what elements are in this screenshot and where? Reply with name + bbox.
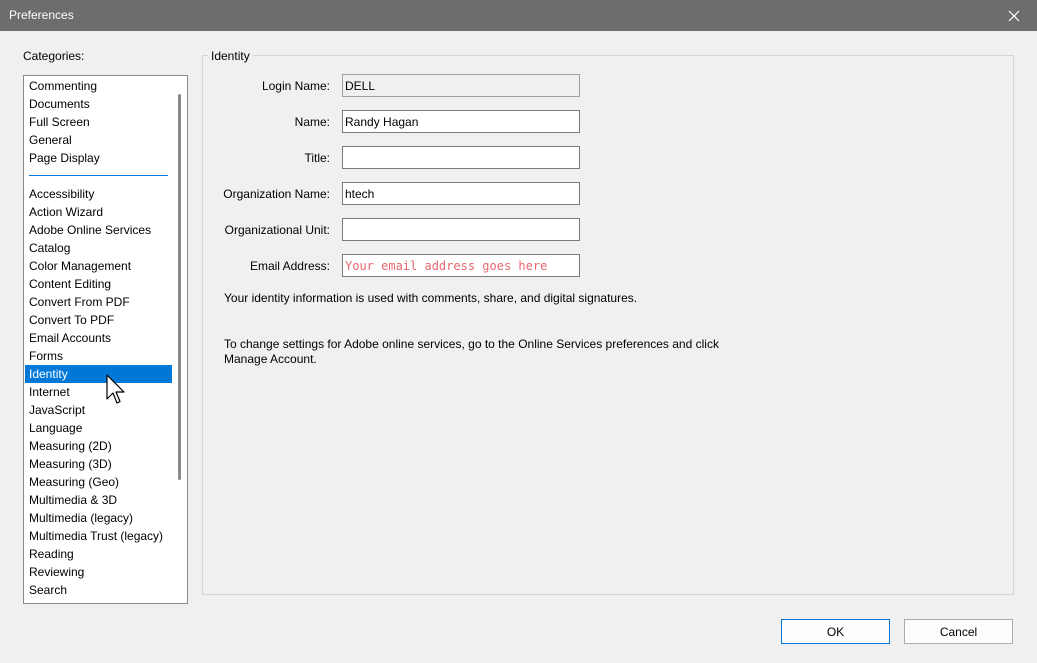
cancel-button[interactable]: Cancel	[904, 619, 1013, 644]
email-address-field[interactable]	[342, 254, 580, 277]
login-name-label: Login Name:	[261, 79, 330, 93]
category-item-measuring-geo[interactable]: Measuring (Geo)	[25, 473, 172, 491]
category-item-action-wizard[interactable]: Action Wizard	[25, 203, 172, 221]
ok-button[interactable]: OK	[781, 619, 890, 644]
title-label: Title:	[304, 151, 330, 165]
categories-list[interactable]: Commenting Documents Full Screen General Pag…	[23, 75, 188, 604]
category-item-forms[interactable]: Forms	[25, 347, 172, 365]
organization-name-field[interactable]	[342, 182, 580, 205]
close-icon	[1008, 10, 1020, 21]
name-field[interactable]	[342, 110, 580, 133]
mouse-pointer-icon	[106, 374, 125, 404]
categories-items: Commenting Documents Full Screen General Pag…	[25, 77, 172, 603]
category-item-measuring-2d[interactable]: Measuring (2D)	[25, 437, 172, 455]
category-item-multimedia-3d[interactable]: Multimedia & 3D	[25, 491, 172, 509]
category-item-convert-from-pdf[interactable]: Convert From PDF	[25, 293, 172, 311]
email-address-label: Email Address:	[249, 259, 330, 273]
identity-group-title: Identity	[208, 49, 253, 63]
online-services-text-line2: Manage Account.	[224, 352, 317, 366]
category-item-multimedia-trust-legacy[interactable]: Multimedia Trust (legacy)	[25, 527, 172, 545]
identity-groupbox	[202, 55, 1014, 595]
category-item-security[interactable]: Security	[25, 599, 172, 603]
title-field[interactable]	[342, 146, 580, 169]
category-item-internet[interactable]: Internet	[25, 383, 172, 401]
category-item-identity[interactable]: Identity	[25, 365, 172, 383]
category-separator	[25, 167, 172, 185]
category-item-reading[interactable]: Reading	[25, 545, 172, 563]
category-item-accessibility[interactable]: Accessibility	[25, 185, 172, 203]
category-item-page-display[interactable]: Page Display	[25, 149, 172, 167]
organizational-unit-field[interactable]	[342, 218, 580, 241]
name-label: Name:	[294, 115, 330, 129]
category-item-adobe-online-services[interactable]: Adobe Online Services	[25, 221, 172, 239]
category-item-commenting[interactable]: Commenting	[25, 77, 172, 95]
login-name-field	[342, 74, 580, 97]
category-item-catalog[interactable]: Catalog	[25, 239, 172, 257]
organizational-unit-label: Organizational Unit:	[224, 223, 330, 237]
categories-scrollbar[interactable]	[178, 94, 181, 480]
title-bar: Preferences	[0, 0, 1037, 31]
category-item-documents[interactable]: Documents	[25, 95, 172, 113]
category-item-language[interactable]: Language	[25, 419, 172, 437]
categories-label: Categories:	[23, 49, 85, 63]
category-item-measuring-3d[interactable]: Measuring (3D)	[25, 455, 172, 473]
window-title: Preferences	[9, 8, 74, 22]
category-item-general[interactable]: General	[25, 131, 172, 149]
close-button[interactable]	[991, 0, 1037, 31]
category-item-email-accounts[interactable]: Email Accounts	[25, 329, 172, 347]
online-services-text-line1: To change settings for Adobe online serv…	[224, 337, 719, 351]
category-item-full-screen[interactable]: Full Screen	[25, 113, 172, 131]
category-item-multimedia-legacy[interactable]: Multimedia (legacy)	[25, 509, 172, 527]
category-item-reviewing[interactable]: Reviewing	[25, 563, 172, 581]
category-item-search[interactable]: Search	[25, 581, 172, 599]
category-item-javascript[interactable]: JavaScript	[25, 401, 172, 419]
category-item-convert-to-pdf[interactable]: Convert To PDF	[25, 311, 172, 329]
category-item-color-management[interactable]: Color Management	[25, 257, 172, 275]
organization-name-label: Organization Name:	[223, 187, 330, 201]
category-item-content-editing[interactable]: Content Editing	[25, 275, 172, 293]
identity-info-text: Your identity information is used with c…	[224, 291, 638, 305]
